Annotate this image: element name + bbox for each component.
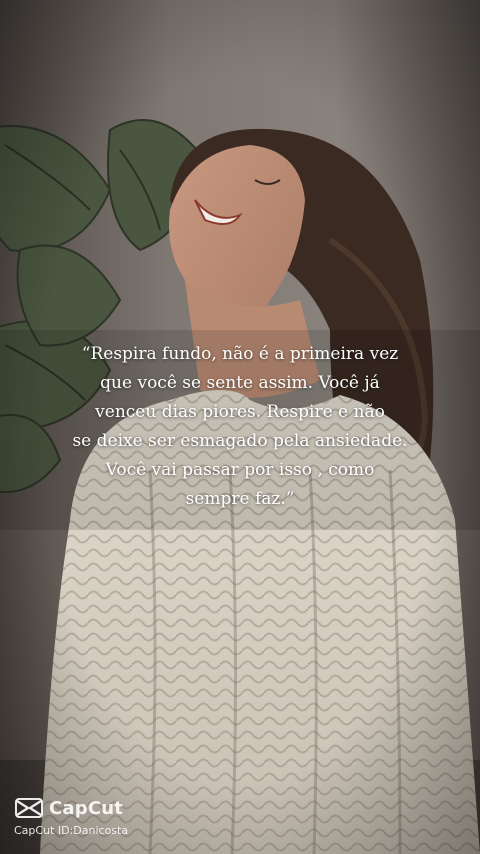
quote-line: que você se sente assim. Você já <box>100 373 380 393</box>
quote-line: sempre faz.” <box>185 489 295 509</box>
quote-line: “Respira fundo, não é a primeira vez <box>81 344 399 364</box>
quote-line: Você vai passar por isso , como <box>105 460 375 480</box>
quote-text: “Respira fundo, não é a primeira vez que… <box>40 340 440 514</box>
quote-line: venceu dias piores. Respire e não <box>95 402 385 422</box>
quote-line: se deixe ser esmagado pela ansiedade. <box>72 431 408 451</box>
capcut-logo-icon <box>15 798 43 818</box>
capcut-watermark: CapCut CapCut ID:Danicosta <box>14 796 129 838</box>
watermark-brand: CapCut <box>49 797 124 819</box>
watermark-id: CapCut ID:Danicosta <box>14 824 129 837</box>
